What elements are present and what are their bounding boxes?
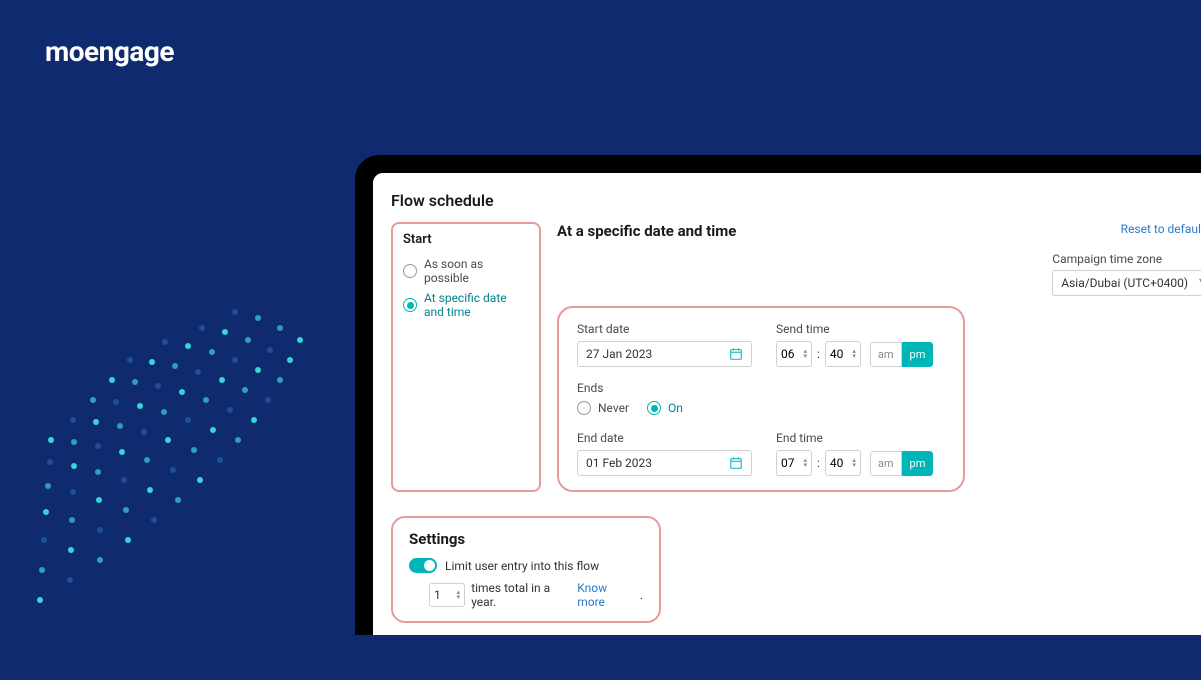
device-screen: Flow schedule Start As soon as possible … xyxy=(373,173,1201,635)
end-time-hour[interactable]: 07▴▾ xyxy=(776,450,812,476)
radio-icon xyxy=(577,401,591,415)
end-date-input[interactable]: 01 Feb 2023 xyxy=(577,450,752,476)
radio-label: At specific date and time xyxy=(424,291,529,319)
timezone-select[interactable]: Asia/Dubai (UTC+0400) xyxy=(1052,270,1201,296)
start-date-value: 27 Jan 2023 xyxy=(586,347,652,361)
spinner-icon: ▴▾ xyxy=(852,458,856,468)
time-separator: : xyxy=(817,456,820,470)
decorative-dots xyxy=(0,280,350,680)
radio-asap[interactable]: As soon as possible xyxy=(403,257,529,285)
device-frame: Flow schedule Start As soon as possible … xyxy=(355,155,1201,635)
end-time-label: End time xyxy=(776,431,933,445)
limit-count-input[interactable]: 1▴▾ xyxy=(429,583,465,607)
send-time-am-button[interactable]: am xyxy=(870,342,902,367)
radio-icon xyxy=(403,298,417,312)
radio-ends-on[interactable]: On xyxy=(647,401,683,415)
end-date-label: End date xyxy=(577,431,752,445)
limit-suffix-text: times total in a year. xyxy=(471,581,571,609)
send-time-minute[interactable]: 40▴▾ xyxy=(825,341,861,367)
radio-label: As soon as possible xyxy=(424,257,529,285)
end-date-value: 01 Feb 2023 xyxy=(586,456,652,470)
send-time-label: Send time xyxy=(776,322,933,336)
calendar-icon xyxy=(729,456,743,470)
brand-logo: moengage xyxy=(45,35,174,68)
settings-panel: Settings Limit user entry into this flow… xyxy=(391,516,661,623)
radio-specific-date[interactable]: At specific date and time xyxy=(403,291,529,319)
end-time-minute[interactable]: 40▴▾ xyxy=(825,450,861,476)
page-title: Flow schedule xyxy=(391,191,1201,210)
start-panel-label: Start xyxy=(403,232,529,247)
end-time-am-button[interactable]: am xyxy=(870,451,902,476)
radio-icon xyxy=(647,401,661,415)
reset-defaults-link[interactable]: Reset to defaults xyxy=(1121,222,1201,236)
start-options-panel: Start As soon as possible At specific da… xyxy=(391,222,541,492)
ends-label: Ends xyxy=(577,381,945,395)
settings-title: Settings xyxy=(409,530,643,548)
calendar-icon xyxy=(729,347,743,361)
start-date-label: Start date xyxy=(577,322,752,336)
send-time-pm-button[interactable]: pm xyxy=(902,342,934,367)
toggle-label: Limit user entry into this flow xyxy=(445,559,599,573)
spinner-icon: ▴▾ xyxy=(803,349,807,359)
spinner-icon: ▴▾ xyxy=(457,590,461,600)
schedule-box: Start date 27 Jan 2023 Send time 06▴▾ : xyxy=(557,306,965,492)
spinner-icon: ▴▾ xyxy=(852,349,856,359)
time-separator: : xyxy=(817,347,820,361)
radio-label: On xyxy=(668,401,683,415)
end-time-pm-button[interactable]: pm xyxy=(902,451,934,476)
spinner-icon: ▴▾ xyxy=(803,458,807,468)
radio-ends-never[interactable]: Never xyxy=(577,401,629,415)
limit-entry-toggle[interactable] xyxy=(409,558,437,573)
send-time-hour[interactable]: 06▴▾ xyxy=(776,341,812,367)
radio-icon xyxy=(403,264,417,278)
start-date-input[interactable]: 27 Jan 2023 xyxy=(577,341,752,367)
know-more-link[interactable]: Know more xyxy=(577,581,634,609)
section-title: At a specific date and time xyxy=(557,222,736,240)
timezone-label: Campaign time zone xyxy=(1052,252,1201,266)
radio-label: Never xyxy=(598,401,629,415)
